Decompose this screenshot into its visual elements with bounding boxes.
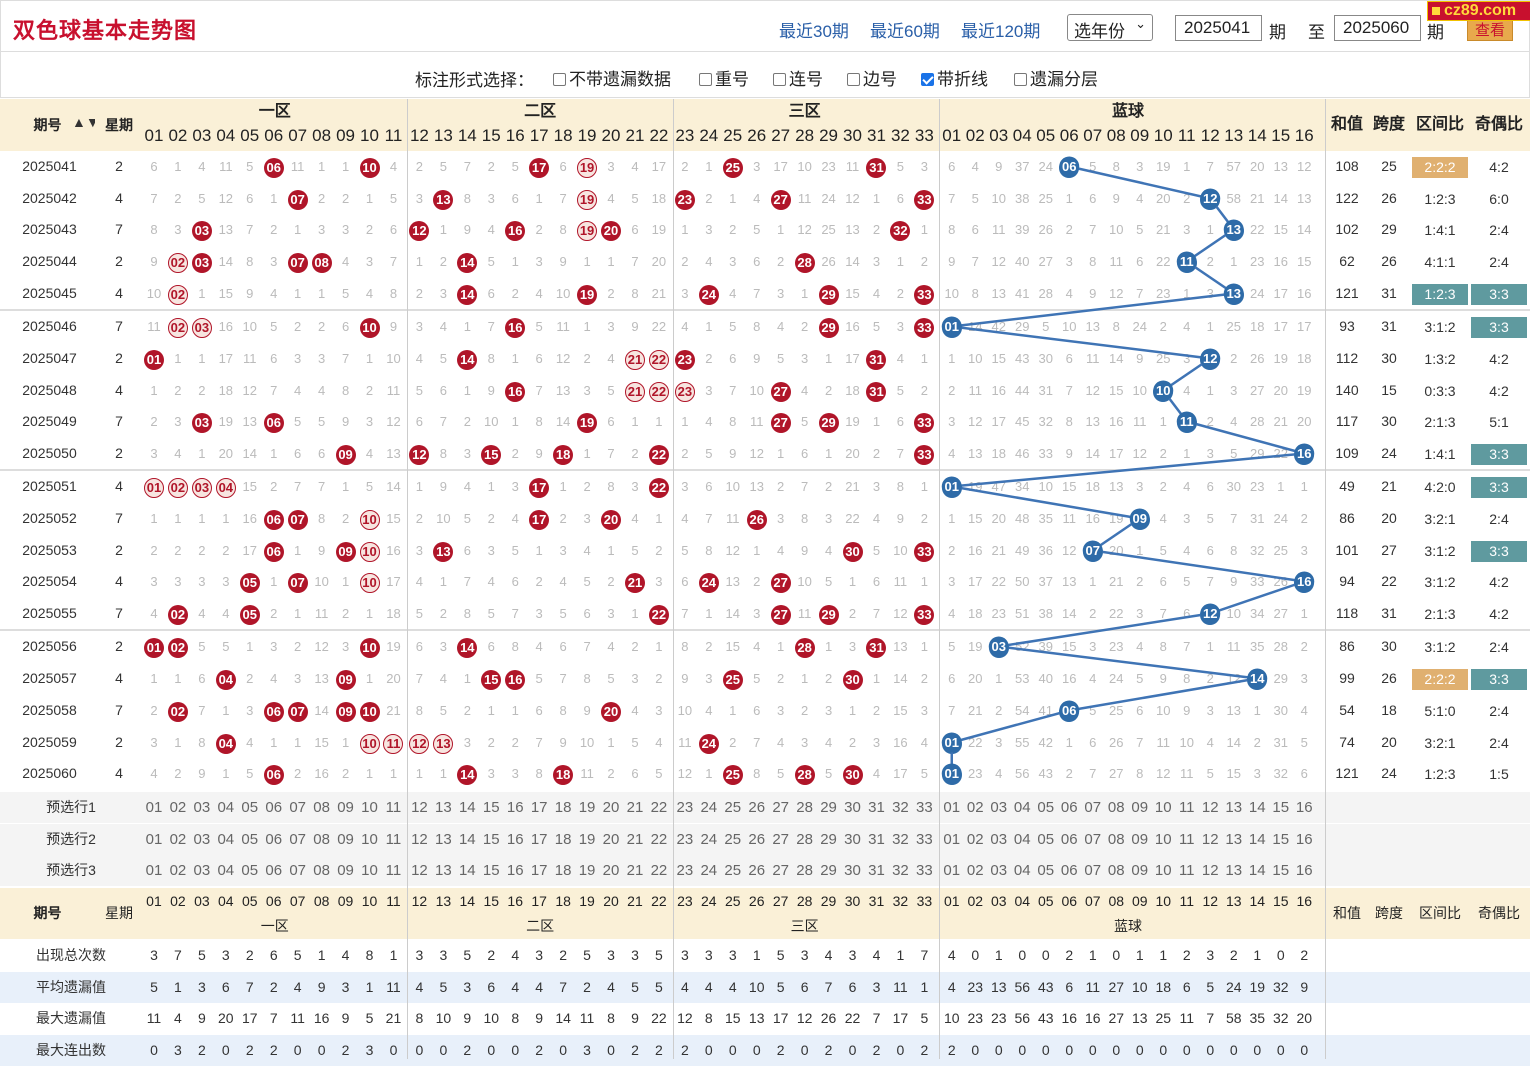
blue-ball-marker-label: 11 [1180, 254, 1194, 269]
blue-ball-marker-label: 01 [945, 735, 959, 750]
blue-ball-marker-label: 07 [1086, 543, 1100, 558]
blue-ball-marker-label: 03 [992, 639, 1006, 654]
blue-ball-marker-label: 12 [1203, 351, 1217, 366]
blue-ball-marker-label: 16 [1297, 574, 1311, 589]
blue-trend-line: 06 12 13 11 13 01 12 10 11 16 01 09 07 16 12 03 14 06 01 01 [941, 156, 1315, 784]
blue-ball-marker-label: 01 [945, 319, 959, 334]
blue-ball-marker-label: 16 [1297, 446, 1311, 461]
blue-ball-marker-label: 10 [1156, 383, 1170, 398]
blue-ball-marker-label: 13 [1227, 286, 1241, 301]
blue-ball-marker-label: 12 [1203, 606, 1217, 621]
blue-ball-marker-label: 09 [1133, 511, 1147, 526]
blue-ball-marker-label: 01 [945, 766, 959, 781]
blue-ball-marker-label: 06 [1062, 159, 1076, 174]
blue-ball-marker-label: 13 [1227, 222, 1241, 237]
blue-ball-marker-label: 06 [1062, 703, 1076, 718]
blue-ball-marker-label: 14 [1250, 671, 1265, 686]
blue-ball-marker-label: 11 [1180, 414, 1194, 429]
blue-ball-marker-label: 01 [945, 479, 959, 494]
blue-ball-marker-label: 12 [1203, 191, 1217, 206]
